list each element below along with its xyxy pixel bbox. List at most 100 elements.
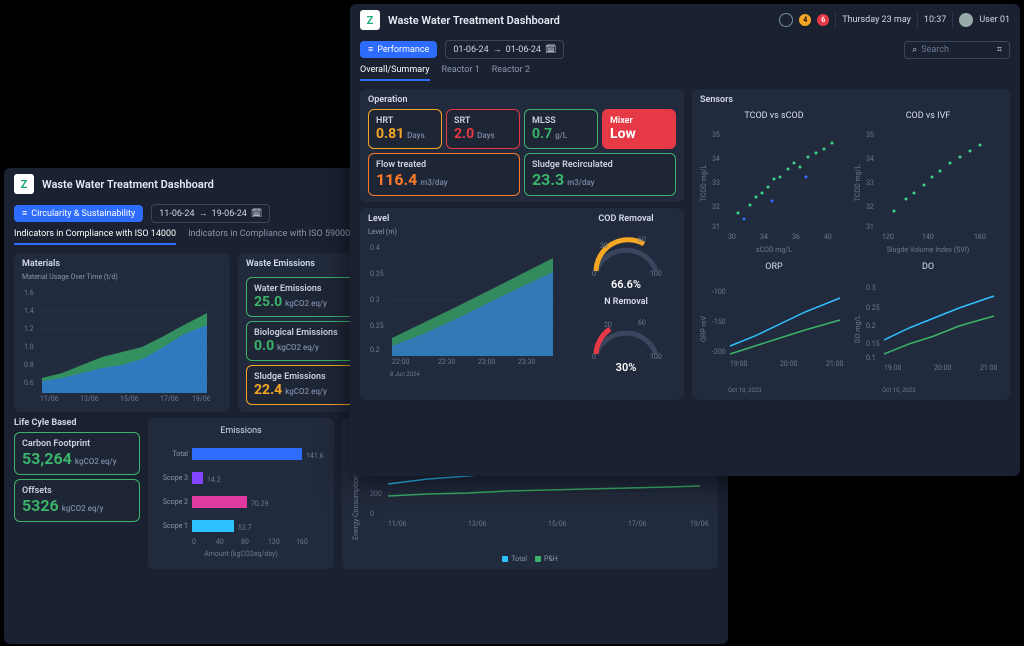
un: kgCO2 eq/y [285, 387, 327, 396]
svg-text:80: 80 [241, 538, 249, 546]
arrow-right-icon: → [493, 44, 502, 55]
search-placeholder: Search [921, 45, 949, 55]
materials-sub: Material Usage Over Time (t/d) [22, 273, 222, 281]
tab-iso59000[interactable]: Indicators in Compliance with ISO 59000 [188, 225, 350, 245]
section-pill[interactable]: ≡ Performance [360, 41, 437, 58]
stat-sludge-rec: Sludge Recirculated 23.3m3/day [524, 153, 676, 196]
notif-alert-badge[interactable]: 6 [817, 14, 829, 26]
svg-text:33: 33 [866, 179, 874, 187]
filter-icon[interactable]: ⌗ [997, 45, 1002, 55]
lb: Flow treated [376, 160, 512, 170]
bell-icon[interactable] [779, 13, 793, 27]
svg-text:36: 36 [792, 233, 800, 241]
notif-warning-badge[interactable]: 4 [799, 14, 811, 26]
svg-text:19:00: 19:00 [884, 364, 901, 372]
panel-lcb: Life Cyle Based Carbon Footprint 53,264k… [14, 418, 140, 569]
toolbar: ≡ Performance 01-06-24 → 01-06-24 🗓 ⌕ Se… [350, 36, 1020, 61]
svg-text:14.2: 14.2 [207, 476, 221, 484]
section-pill-label: Performance [377, 45, 429, 55]
lb: Sludge Recirculated [532, 160, 668, 170]
svg-text:TCOD mg/L: TCOD mg/L [700, 165, 708, 202]
section-pill-label: Circularity & Sustainability [31, 209, 135, 219]
svg-text:34: 34 [712, 155, 720, 163]
date-from: 01-06-24 [453, 45, 488, 55]
svg-text:13/06: 13/06 [468, 520, 487, 528]
svg-text:100: 100 [650, 353, 662, 359]
gauge-n: 0 20 60 100 [586, 309, 666, 359]
svg-text:13/06: 13/06 [80, 395, 99, 403]
stat-offsets: Offsets 5326kgCO2 eq/y [14, 479, 140, 522]
section-pill[interactable]: ≡ Circularity & Sustainability [14, 205, 143, 222]
date-display: Thursday 23 may [842, 15, 911, 25]
lcb-title: Life Cyle Based [14, 418, 140, 428]
sensors-title: Sensors [700, 95, 1002, 105]
svg-text:21:00: 21:00 [980, 364, 997, 372]
level-date: 8 Jun 2024 [390, 371, 570, 378]
svg-text:0: 0 [592, 353, 596, 359]
date-range[interactable]: 01-06-24 → 01-06-24 🗓 [445, 40, 564, 59]
svg-text:ORP mV: ORP mV [700, 316, 708, 342]
search-icon: ⌕ [912, 45, 917, 55]
svg-text:20: 20 [604, 321, 612, 329]
svg-text:34: 34 [760, 233, 768, 241]
vl: 53,264 [22, 449, 72, 468]
calendar-icon: 🗓 [251, 209, 262, 219]
svg-text:0.4: 0.4 [370, 244, 380, 252]
stat-flow: Flow treated 116.4m3/day [368, 153, 520, 196]
svg-text:0.15: 0.15 [866, 340, 880, 348]
svg-text:Scope 2: Scope 2 [163, 498, 188, 506]
svg-text:1.0: 1.0 [24, 343, 34, 351]
date-to: 19-06-24 [212, 209, 247, 219]
svg-text:DO mg/L: DO mg/L [854, 315, 862, 343]
gauge-n-val: 30% [616, 361, 637, 374]
stat-srt: SRT 2.0Days [446, 109, 520, 149]
date-range[interactable]: 11-06-24 → 19-06-24 🗓 [151, 204, 270, 223]
body: Operation HRT 0.81Days SRT 2.0Days MLSS … [350, 81, 1020, 408]
svg-text:0: 0 [592, 270, 596, 276]
gauge-cod-val: 66.6% [611, 278, 641, 291]
app-title: Waste Water Treatment Dashboard [388, 14, 560, 27]
svg-text:0.6: 0.6 [24, 379, 34, 387]
date-to: 01-06-24 [506, 45, 541, 55]
tab-reactor1[interactable]: Reactor 1 [442, 61, 480, 81]
svg-text:22:30: 22:30 [438, 358, 455, 366]
svg-text:31: 31 [712, 223, 720, 231]
app-title: Waste Water Treatment Dashboard [42, 178, 214, 191]
search-input[interactable]: ⌕ Search ⌗ [904, 41, 1010, 59]
svg-text:0.3: 0.3 [370, 296, 380, 304]
svg-text:0.2: 0.2 [866, 322, 876, 330]
vl: 22.4 [254, 382, 282, 398]
svg-text:60: 60 [638, 319, 646, 327]
svg-text:Amount (kgCO2eq/day): Amount (kgCO2eq/day) [204, 550, 278, 558]
svg-text:140: 140 [922, 233, 934, 241]
avatar-icon[interactable] [959, 13, 973, 27]
logo-icon: Z [14, 174, 34, 194]
tab-iso14000[interactable]: Indicators in Compliance with ISO 14000 [14, 225, 176, 245]
panel-sensors: Sensors TCOD vs sCOD TCOD mg/L 353433323… [692, 89, 1010, 400]
un: kgCO2 eq/y [277, 343, 319, 352]
svg-text:-100: -100 [712, 288, 726, 296]
chart-cod-ivf: COD vs IVF TCOD mg/L 3534333231 12014016… [854, 109, 1002, 254]
svg-text:40: 40 [216, 538, 224, 546]
vl: 0.81 [376, 126, 404, 142]
svg-text:200: 200 [370, 490, 382, 498]
svg-text:-200: -200 [712, 348, 726, 356]
svg-text:Scope 3: Scope 3 [163, 474, 188, 482]
svg-text:160: 160 [974, 233, 986, 241]
vl: 116.4 [376, 170, 417, 189]
un: m3/day [567, 178, 594, 187]
vl: 0.0 [254, 338, 274, 354]
svg-text:34: 34 [866, 155, 874, 163]
tab-summary[interactable]: Overall/Summary [360, 61, 430, 81]
svg-text:35: 35 [712, 131, 720, 139]
lb: Offsets [22, 486, 132, 496]
svg-text:17/06: 17/06 [628, 520, 647, 528]
level-sub: Level (m) [368, 228, 570, 236]
un: kgCO2 eq/y [75, 457, 117, 466]
svg-text:160: 160 [296, 538, 308, 546]
tab-reactor2[interactable]: Reactor 2 [492, 61, 530, 81]
svg-text:31: 31 [866, 223, 874, 231]
vl: 2.0 [454, 126, 474, 142]
un: m3/day [420, 178, 447, 187]
stat-mlss: MLSS 0.7g/L [524, 109, 598, 149]
